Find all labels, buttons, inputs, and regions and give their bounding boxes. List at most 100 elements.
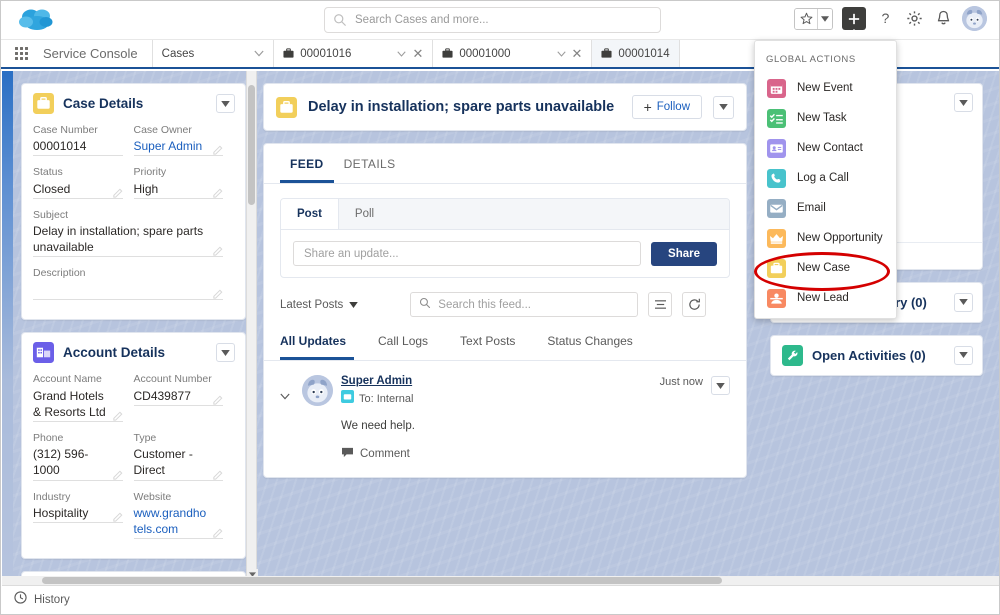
- global-actions-plus-icon[interactable]: [842, 7, 866, 30]
- edit-pencil-icon[interactable]: [112, 409, 123, 421]
- search-icon: [419, 296, 431, 314]
- follow-button-label: Follow: [656, 101, 690, 113]
- field-account-number: Account Number CD439877: [133, 372, 235, 422]
- edit-pencil-icon[interactable]: [112, 468, 123, 480]
- chevron-down-icon[interactable]: [954, 292, 973, 312]
- menu-item-new-case[interactable]: New Case: [755, 253, 896, 283]
- edit-pencil-icon[interactable]: [212, 143, 223, 156]
- follow-button[interactable]: + Follow: [631, 95, 702, 119]
- feed-filter-text-posts[interactable]: Text Posts: [460, 330, 531, 360]
- publisher-tab-post[interactable]: Post: [281, 199, 339, 229]
- close-icon[interactable]: ✕: [412, 47, 423, 60]
- field-value[interactable]: Super Admin: [134, 138, 210, 154]
- menu-item-log-a-call[interactable]: Log a Call: [755, 163, 896, 193]
- field-value: Grand Hotels & Resorts Ltd: [33, 388, 106, 419]
- field-priority: Priority High: [133, 165, 235, 199]
- menu-item-new-opportunity[interactable]: New Opportunity: [755, 223, 896, 253]
- feed-search-input[interactable]: Search this feed...: [410, 292, 639, 317]
- collapse-post-icon[interactable]: [280, 375, 294, 463]
- chevron-down-icon[interactable]: [817, 8, 832, 29]
- menu-item-label: New Opportunity: [797, 232, 883, 244]
- filter-lines-icon[interactable]: [648, 292, 673, 317]
- field-label: Website: [133, 490, 172, 503]
- feed-post-audience: To: Internal: [359, 393, 414, 405]
- highlights-panel: Delay in installation; spare parts unava…: [263, 83, 747, 131]
- edit-pencil-icon[interactable]: [112, 510, 123, 522]
- share-button[interactable]: Share: [651, 241, 717, 266]
- edit-pencil-icon[interactable]: [212, 287, 223, 300]
- field-status: Status Closed: [33, 165, 134, 199]
- workspace-left-accent: [2, 71, 13, 586]
- chevron-down-icon[interactable]: [954, 345, 973, 365]
- publisher-tab-poll[interactable]: Poll: [339, 199, 390, 229]
- gear-icon[interactable]: [904, 9, 924, 29]
- publisher-input[interactable]: Share an update...: [293, 241, 642, 266]
- feed-filter-call-logs[interactable]: Call Logs: [378, 330, 444, 360]
- chevron-down-icon[interactable]: [254, 48, 264, 60]
- lead-person-icon: [767, 288, 786, 308]
- star-icon[interactable]: [795, 8, 817, 29]
- edit-pencil-icon[interactable]: [212, 468, 223, 480]
- menu-item-new-lead[interactable]: New Lead: [755, 283, 896, 313]
- favorites-group[interactable]: [794, 7, 833, 30]
- bell-icon[interactable]: [933, 9, 953, 29]
- edit-pencil-icon[interactable]: [212, 244, 223, 256]
- field-label: Subject: [33, 208, 69, 221]
- question-mark-icon[interactable]: ?: [875, 9, 895, 29]
- menu-item-label: New Case: [797, 262, 851, 274]
- field-value: Hospitality: [33, 505, 89, 520]
- chevron-down-icon[interactable]: [216, 343, 235, 363]
- workspace-tab-00001016[interactable]: 00001016 ✕: [274, 40, 434, 67]
- left-column-scrollbar[interactable]: [246, 71, 258, 586]
- tab-feed[interactable]: FEED: [280, 144, 334, 183]
- workspace-tab-00001014[interactable]: 00001014: [592, 40, 680, 67]
- account-details-fields: Account Name Grand Hotels & Resorts Ltd …: [22, 372, 245, 558]
- field-case-owner: Case Owner Super Admin: [133, 123, 235, 157]
- chevron-down-icon[interactable]: [216, 94, 235, 113]
- feed-sort-dropdown[interactable]: Latest Posts: [280, 299, 359, 311]
- feed-filter-all-updates[interactable]: All Updates: [280, 330, 355, 360]
- feed-filter-status-changes[interactable]: Status Changes: [547, 330, 648, 360]
- edit-pencil-icon[interactable]: [112, 186, 123, 198]
- menu-item-label: New Event: [797, 82, 853, 94]
- object-tab-cases[interactable]: Cases: [152, 40, 275, 67]
- close-icon[interactable]: ✕: [572, 47, 583, 60]
- tab-details[interactable]: DETAILS: [334, 144, 406, 183]
- refresh-icon[interactable]: [682, 292, 707, 317]
- comment-icon: [341, 445, 354, 463]
- record-tabs: FEED DETAILS: [264, 144, 746, 184]
- field-value[interactable]: www.grandhotels.com: [134, 505, 210, 537]
- field-value: High: [133, 181, 159, 196]
- menu-item-new-task[interactable]: New Task: [755, 103, 896, 133]
- case-briefcase-icon: [767, 258, 786, 278]
- user-avatar[interactable]: [962, 6, 987, 31]
- chevron-down-icon[interactable]: [397, 48, 407, 60]
- menu-item-label: New Task: [797, 112, 847, 124]
- case-details-card: Case Details Case Number 00001014 Case O…: [21, 83, 246, 321]
- horizontal-scrollbar[interactable]: [2, 576, 999, 585]
- menu-item-new-event[interactable]: New Event: [755, 73, 896, 103]
- comment-action[interactable]: Comment: [341, 445, 652, 463]
- feed-post-author[interactable]: Super Admin: [341, 375, 652, 387]
- chevron-down-icon[interactable]: [954, 93, 973, 112]
- waffle-grid-icon[interactable]: [1, 40, 31, 67]
- scrollbar-thumb[interactable]: [248, 85, 255, 205]
- scrollbar-thumb[interactable]: [42, 577, 722, 584]
- chevron-down-icon[interactable]: [556, 48, 566, 60]
- workspace-tab-00001000[interactable]: 00001000 ✕: [433, 40, 593, 67]
- highlights-menu-button[interactable]: [713, 95, 734, 119]
- checklist-icon: [767, 108, 786, 128]
- edit-pencil-icon[interactable]: [212, 526, 223, 538]
- publisher: Post Poll Share an update... Share: [280, 198, 730, 278]
- edit-pencil-icon[interactable]: [212, 393, 223, 405]
- menu-item-new-contact[interactable]: New Contact: [755, 133, 896, 163]
- feed-post-menu-button[interactable]: [711, 376, 730, 395]
- field-value: 00001014: [33, 139, 87, 154]
- utility-item-history[interactable]: History: [34, 594, 70, 606]
- menu-item-email[interactable]: Email: [755, 193, 896, 223]
- field-label: Status: [33, 166, 63, 179]
- feed-search-placeholder: Search this feed...: [438, 298, 531, 311]
- edit-pencil-icon[interactable]: [212, 186, 223, 198]
- global-search-input[interactable]: Search Cases and more...: [324, 7, 661, 33]
- field-website: Website www.grandhotels.com: [133, 490, 235, 540]
